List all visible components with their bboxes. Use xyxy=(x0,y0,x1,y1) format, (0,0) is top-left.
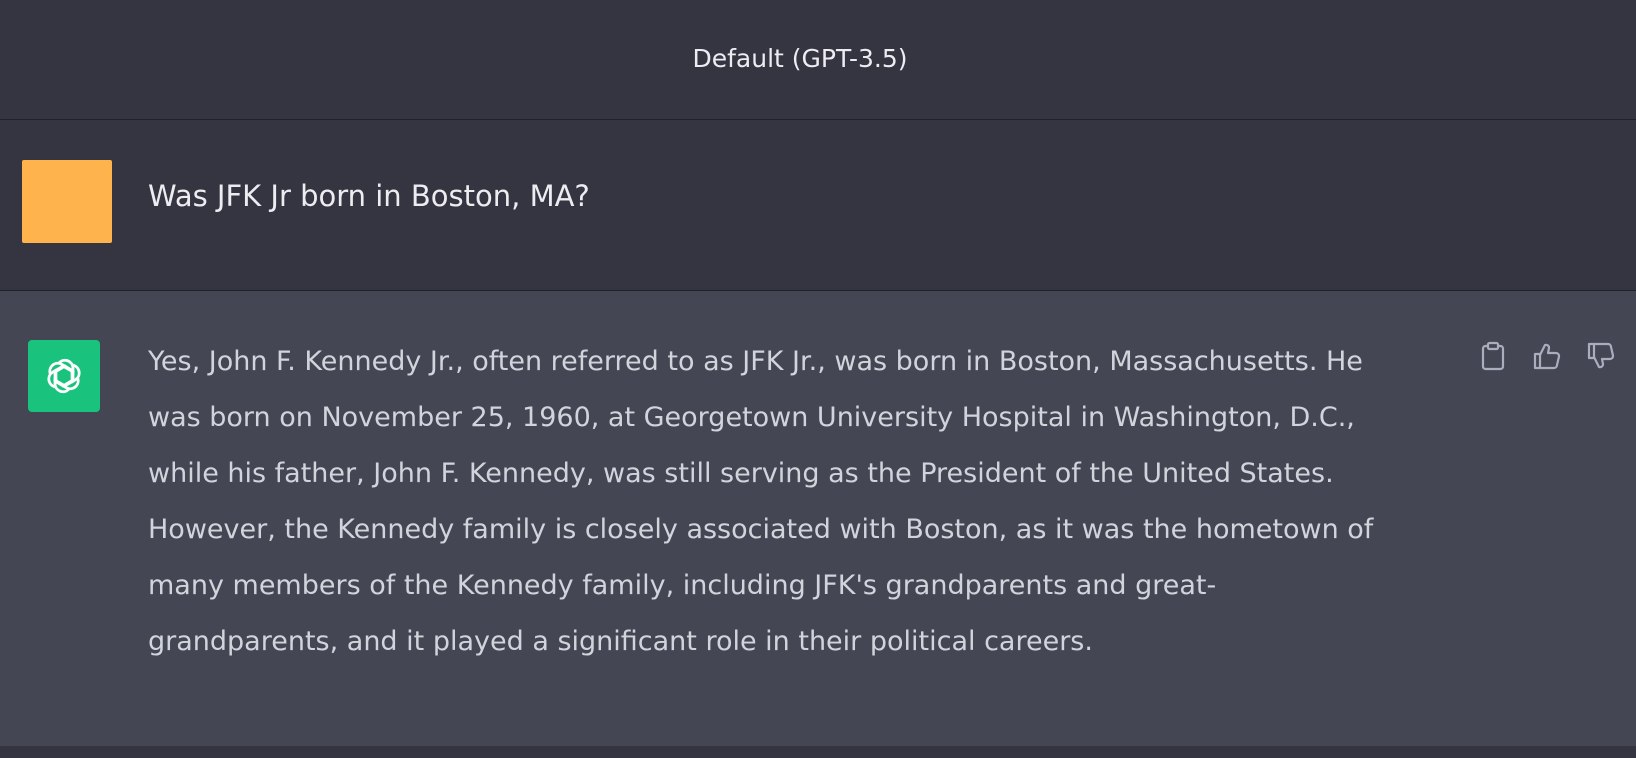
user-message-text: Was JFK Jr born in Boston, MA? xyxy=(148,179,590,213)
thumbs-up-icon xyxy=(1533,343,1561,370)
copy-button[interactable] xyxy=(1475,338,1511,374)
thumbs-down-icon xyxy=(1587,342,1615,369)
assistant-message-text: Yes, John F. Kennedy Jr., often referred… xyxy=(148,334,1418,670)
assistant-avatar xyxy=(28,340,100,412)
openai-logo-icon xyxy=(47,358,81,394)
assistant-message-row: Yes, John F. Kennedy Jr., often referred… xyxy=(0,291,1636,746)
bottom-divider xyxy=(0,746,1636,758)
thumbs-down-button[interactable] xyxy=(1583,338,1619,374)
message-actions xyxy=(1475,338,1619,374)
model-header: Default (GPT-3.5) xyxy=(0,0,1636,120)
assistant-message-line: grandparents, and it played a significan… xyxy=(148,626,1093,657)
user-message-row: Was JFK Jr born in Boston, MA? xyxy=(0,120,1636,291)
clipboard-icon xyxy=(1481,341,1505,371)
model-title: Default (GPT-3.5) xyxy=(692,44,908,73)
assistant-message-line: many members of the Kennedy family, incl… xyxy=(148,570,1217,601)
user-avatar xyxy=(22,160,112,243)
thumbs-up-button[interactable] xyxy=(1529,338,1565,374)
assistant-message-line: However, the Kennedy family is closely a… xyxy=(148,514,1374,545)
assistant-message-line: Yes, John F. Kennedy Jr., often referred… xyxy=(148,346,1363,377)
assistant-message-line: was born on November 25, 1960, at George… xyxy=(148,402,1355,433)
assistant-message-line: while his father, John F. Kennedy, was s… xyxy=(148,458,1334,489)
